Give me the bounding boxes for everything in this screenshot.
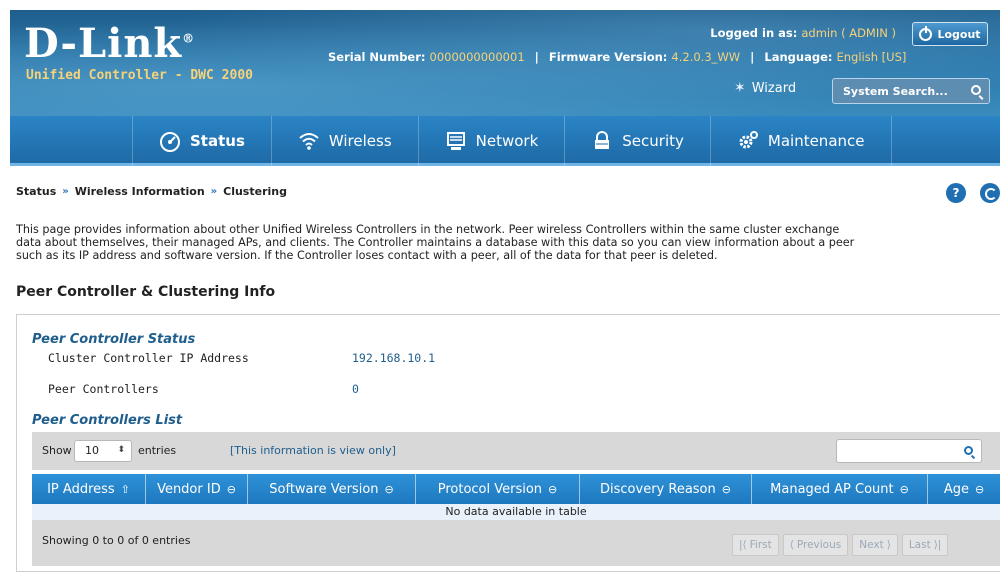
col-discovery-reason[interactable]: Discovery Reason ⊖ — [580, 474, 752, 504]
nav-maintenance[interactable]: Maintenance — [711, 116, 892, 166]
first-page-button[interactable]: |⟨ First — [732, 534, 779, 556]
nav-security[interactable]: Security — [565, 116, 711, 166]
section-title: Peer Controller & Clustering Info — [16, 284, 276, 300]
previous-page-button[interactable]: ⟨ Previous — [782, 534, 849, 556]
system-search-input[interactable] — [843, 84, 953, 98]
sort-icon: ⊖ — [226, 482, 236, 496]
breadcrumb-wireless-information[interactable]: Wireless Information — [75, 185, 205, 198]
entries-per-page-select[interactable]: 10 ⬍ — [74, 440, 132, 462]
lock-icon — [595, 131, 610, 149]
next-page-icon: ⟩ — [886, 539, 891, 551]
table-search-input[interactable] — [837, 441, 957, 463]
sort-icon: ⊖ — [384, 482, 394, 496]
main-nav: Status Wireless Network Security Mainten… — [10, 116, 1000, 166]
col-software-version[interactable]: Software Version ⊖ — [248, 474, 416, 504]
col-managed-ap-count[interactable]: Managed AP Count ⊖ — [752, 474, 928, 504]
peer-controllers-list-title: Peer Controllers List — [32, 413, 183, 428]
peer-count-value: 0 — [352, 382, 359, 396]
select-arrow-icon: ⬍ — [117, 445, 125, 455]
first-page-icon: |⟨ — [739, 539, 747, 551]
sort-icon: ⊖ — [548, 482, 558, 496]
last-page-icon: ⟩| — [933, 539, 942, 551]
col-ip-address[interactable]: IP Address ⇧ — [32, 474, 146, 504]
product-name: Unified Controller - DWC 2000 — [26, 68, 253, 83]
login-info: Logged in as: admin ( ADMIN ) — [710, 26, 896, 40]
search-icon[interactable] — [971, 85, 981, 95]
sort-asc-icon: ⇧ — [120, 482, 130, 496]
serial-number: 0000000000001 — [429, 50, 525, 64]
table-header: IP Address ⇧ Vendor ID ⊖ Software Version ⊖… — [32, 474, 1000, 504]
table-search[interactable] — [836, 439, 982, 463]
nav-status[interactable]: Status — [132, 116, 272, 166]
next-page-button[interactable]: Next ⟩ — [852, 534, 898, 556]
cluster-ip-label: Cluster Controller IP Address — [48, 351, 249, 365]
help-icon[interactable]: ? — [946, 183, 966, 203]
system-search[interactable] — [832, 78, 990, 104]
sort-icon: ⊖ — [974, 482, 985, 496]
previous-page-icon: ⟨ — [789, 539, 794, 551]
wifi-icon — [299, 133, 319, 150]
last-page-button[interactable]: Last ⟩| — [901, 534, 949, 556]
breadcrumb-clustering: Clustering — [223, 185, 287, 198]
gears-icon — [739, 131, 758, 149]
table-toolbar: Show 10 ⬍ entries [This information is v… — [32, 432, 1000, 470]
device-info: Serial Number: 0000000000001 | Firmware … — [328, 50, 907, 64]
col-age[interactable]: Age ⊖ — [928, 474, 1000, 504]
search-icon[interactable] — [964, 446, 973, 455]
col-protocol-version[interactable]: Protocol Version ⊖ — [416, 474, 580, 504]
col-vendor-id[interactable]: Vendor ID ⊖ — [146, 474, 248, 504]
empty-table-message: No data available in table — [32, 504, 1000, 520]
pagination: |⟨ First ⟨ Previous Next ⟩ Last ⟩| — [732, 534, 949, 556]
wand-icon: ✶ — [734, 80, 746, 96]
nav-network[interactable]: Network — [419, 116, 566, 166]
gauge-icon — [160, 132, 180, 152]
language-link[interactable]: English [US] — [837, 50, 907, 64]
wizard-link[interactable]: ✶ Wizard — [734, 80, 796, 96]
breadcrumb-status[interactable]: Status — [16, 185, 56, 198]
logout-button[interactable]: Logout — [912, 22, 988, 46]
cluster-ip-value: 192.168.10.1 — [352, 351, 436, 365]
view-only-note: [This information is view only] — [230, 444, 396, 457]
logged-in-user: admin ( ADMIN ) — [801, 26, 896, 40]
sort-icon: ⊖ — [899, 482, 909, 496]
nav-wireless[interactable]: Wireless — [272, 116, 419, 166]
firmware-version: 4.2.0.3_WW — [671, 50, 741, 64]
table-footer: Showing 0 to 0 of 0 entries |⟨ First ⟨ Pre… — [32, 520, 1000, 566]
peer-count-label: Peer Controllers — [48, 382, 159, 396]
header-banner: D-Link® Unified Controller - DWC 2000 Lo… — [10, 10, 1000, 116]
monitor-icon — [446, 132, 465, 150]
refresh-icon[interactable] — [980, 183, 1000, 203]
page-description: This page provides information about oth… — [16, 223, 855, 262]
power-icon — [919, 25, 933, 41]
breadcrumb: Status » Wireless Information » Clusteri… — [16, 185, 287, 198]
sort-icon: ⊖ — [721, 482, 731, 496]
showing-entries: Showing 0 to 0 of 0 entries — [42, 534, 191, 547]
dlink-logo: D-Link® — [24, 20, 196, 67]
peer-controller-status-title: Peer Controller Status — [32, 332, 196, 347]
